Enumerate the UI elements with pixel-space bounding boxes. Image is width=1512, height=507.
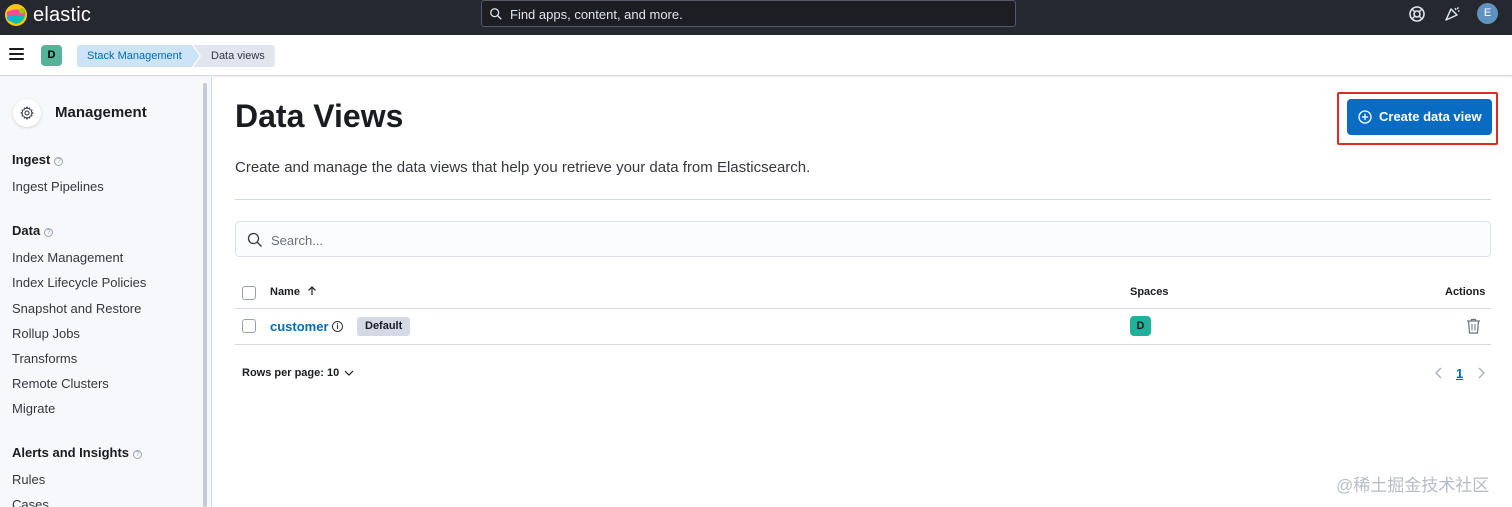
section-title-data: Data? bbox=[12, 223, 54, 238]
search-placeholder: Search... bbox=[271, 233, 324, 248]
user-avatar[interactable]: E bbox=[1477, 3, 1498, 24]
brand-name[interactable]: elastic bbox=[33, 4, 91, 27]
select-all-checkbox[interactable] bbox=[242, 286, 256, 300]
help-icon[interactable]: ? bbox=[54, 157, 64, 166]
gear-icon bbox=[20, 106, 34, 120]
search-icon bbox=[490, 8, 502, 20]
trash-icon[interactable] bbox=[1466, 318, 1481, 334]
search-icon bbox=[247, 232, 262, 247]
global-search-input[interactable]: Find apps, content, and more. bbox=[481, 0, 1016, 27]
breadcrumb-data-views: Data views bbox=[193, 45, 275, 67]
sidebar-item-index-management[interactable]: Index Management bbox=[12, 250, 123, 265]
sort-ascending-icon bbox=[308, 286, 316, 295]
help-icon[interactable]: ? bbox=[133, 450, 143, 459]
section-title-alerts-and-insights: Alerts and Insights? bbox=[12, 445, 143, 460]
sidebar-item-migrate[interactable]: Migrate bbox=[12, 401, 55, 416]
default-badge: Default bbox=[357, 317, 411, 336]
breadcrumb-header: D Stack Management Data views bbox=[0, 35, 1512, 76]
create-data-view-label: Create data view bbox=[1379, 109, 1482, 124]
breadcrumb-stack-management[interactable]: Stack Management bbox=[77, 45, 200, 67]
help-icon[interactable]: ? bbox=[44, 228, 54, 237]
sidebar-item-transforms[interactable]: Transforms bbox=[12, 351, 77, 366]
column-header-spaces: Spaces bbox=[1130, 286, 1169, 298]
sidebar-item-remote-clusters[interactable]: Remote Clusters bbox=[12, 376, 109, 391]
space-selector[interactable]: D bbox=[41, 45, 62, 66]
rows-per-page-selector[interactable]: Rows per page: 10 bbox=[242, 367, 339, 379]
sidebar-scrollbar[interactable] bbox=[203, 83, 207, 507]
top-navigation-bar: elastic Find apps, content, and more. E bbox=[0, 0, 1512, 35]
chevron-down-icon[interactable] bbox=[344, 369, 354, 377]
table-row-divider bbox=[235, 344, 1491, 345]
table-header-divider bbox=[235, 308, 1491, 309]
sidebar-item-rollup-jobs[interactable]: Rollup Jobs bbox=[12, 326, 80, 341]
pagination-page-1[interactable]: 1 bbox=[1456, 366, 1463, 381]
sidebar-item-cases[interactable]: Cases bbox=[12, 497, 49, 507]
page-title: Data Views bbox=[235, 98, 404, 134]
newsfeed-icon[interactable] bbox=[1443, 5, 1461, 23]
data-views-search-input[interactable]: Search... bbox=[235, 221, 1491, 257]
create-data-view-button[interactable]: Create data view bbox=[1347, 99, 1492, 135]
sidebar-item-ingest-pipelines[interactable]: Ingest Pipelines bbox=[12, 179, 104, 194]
chevron-left-icon[interactable] bbox=[1434, 367, 1444, 379]
plus-in-circle-icon bbox=[1358, 110, 1372, 124]
chevron-right-icon[interactable] bbox=[1476, 367, 1486, 379]
space-badge[interactable]: D bbox=[1130, 316, 1151, 336]
info-icon[interactable]: i bbox=[332, 321, 343, 332]
sidebar-item-index-lifecycle-policies[interactable]: Index Lifecycle Policies bbox=[12, 275, 146, 290]
help-icon[interactable] bbox=[1408, 5, 1426, 23]
column-header-name[interactable]: Name bbox=[270, 286, 317, 298]
watermark: @稀土掘金技术社区 bbox=[1336, 476, 1490, 495]
menu-toggle-icon[interactable] bbox=[9, 48, 24, 60]
page-description: Create and manage the data views that he… bbox=[235, 159, 811, 176]
management-icon-wrapper bbox=[13, 99, 41, 127]
sidebar-item-rules[interactable]: Rules bbox=[12, 472, 45, 487]
sidebar-item-snapshot-and-restore[interactable]: Snapshot and Restore bbox=[12, 301, 141, 316]
header-divider bbox=[235, 199, 1491, 200]
management-sidebar: Management Ingest? Ingest Pipelines Data… bbox=[0, 77, 212, 507]
section-title-ingest: Ingest? bbox=[12, 152, 64, 167]
sidebar-title: Management bbox=[55, 104, 147, 121]
data-view-name-link[interactable]: customer bbox=[270, 319, 329, 334]
column-header-actions: Actions bbox=[1445, 286, 1486, 298]
row-checkbox[interactable] bbox=[242, 319, 256, 333]
global-search-placeholder: Find apps, content, and more. bbox=[510, 7, 683, 22]
elastic-logo-icon[interactable] bbox=[4, 3, 28, 27]
